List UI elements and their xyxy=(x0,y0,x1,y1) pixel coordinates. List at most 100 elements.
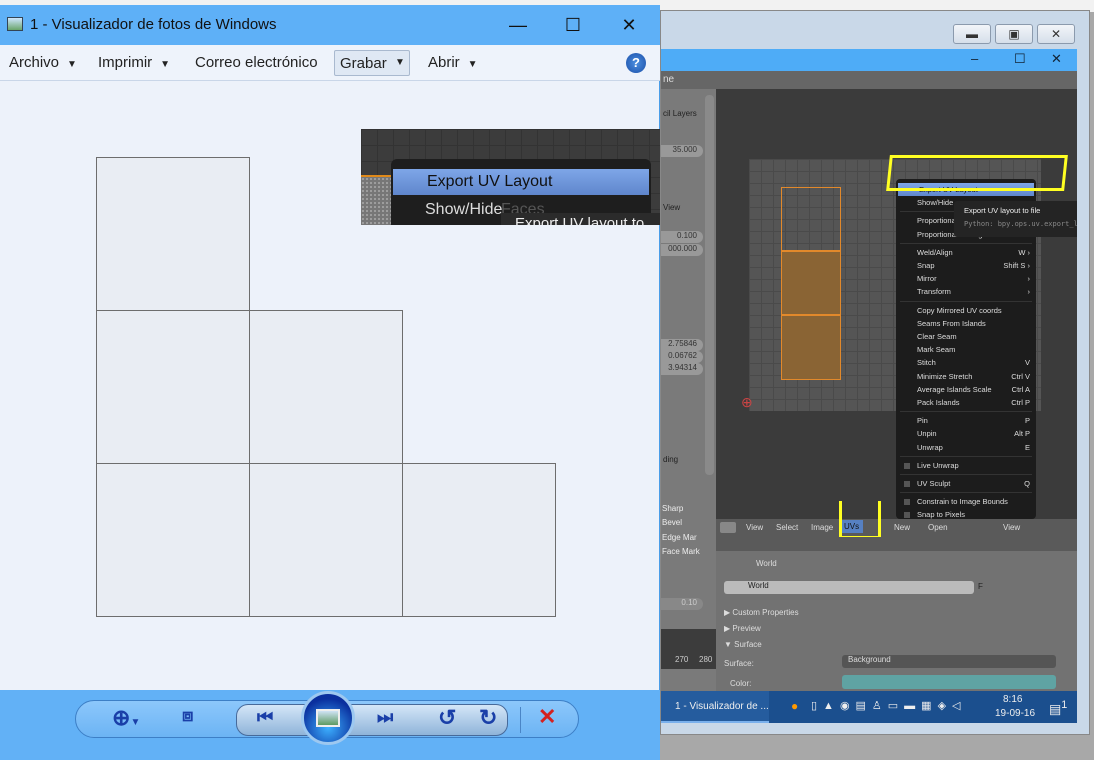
fit-window-icon[interactable]: ⧈ xyxy=(182,705,193,726)
uv-menu-item[interactable]: Unwrap E xyxy=(896,441,1036,454)
image-fragment xyxy=(361,175,391,225)
menu-view[interactable]: View xyxy=(746,523,763,532)
uv-menu-item[interactable]: Pack Islands Ctrl P xyxy=(896,396,1036,409)
new-image-button[interactable]: New xyxy=(894,523,910,532)
menu-item-label: Constrain to Image Bounds xyxy=(917,497,1008,507)
rotate-left-icon[interactable]: ↺ xyxy=(438,705,456,731)
notifications-icon[interactable]: ▤1 xyxy=(1049,699,1067,717)
custom-properties-panel[interactable]: ▶ Custom Properties xyxy=(724,608,799,617)
navigation-pill: ⏮ ⏭ xyxy=(236,704,508,736)
uv-menu-item[interactable]: Stitch V xyxy=(896,356,1036,369)
uv-menu-item[interactable]: Unpin Alt P xyxy=(896,427,1036,440)
inner-close-button[interactable]: ✕ xyxy=(1051,51,1062,67)
number-field[interactable]: 0.06762 xyxy=(661,351,703,363)
uv-menu-item[interactable]: Snap Shift S › xyxy=(896,259,1036,272)
menu-separator xyxy=(900,492,1032,494)
taskbar-item[interactable]: 1 - Visualizador de ... xyxy=(661,691,769,723)
uv-face[interactable] xyxy=(781,251,841,315)
menu-image[interactable]: Image xyxy=(811,523,833,532)
screenshot-crop: Export UV Layout Show/Hide Faces Export … xyxy=(361,129,660,225)
uv-menu-item[interactable]: Minimize Stretch Ctrl V xyxy=(896,370,1036,383)
menu-label: Archivo xyxy=(9,54,60,71)
number-field[interactable]: 3.94314 xyxy=(661,363,703,375)
delete-icon[interactable]: ✕ xyxy=(538,704,556,730)
checkbox-icon[interactable] xyxy=(904,512,910,519)
zoom-icon[interactable]: ⊕▼ xyxy=(112,705,140,731)
previous-icon[interactable]: ⏮ xyxy=(257,707,273,728)
close-button[interactable]: ✕ xyxy=(601,5,657,45)
outer-restore-button[interactable]: ▣ xyxy=(995,24,1033,44)
checkbox-icon[interactable] xyxy=(904,481,910,487)
menu-item-label: Weld/Align xyxy=(917,247,953,257)
inner-maximize-button[interactable]: ☐ xyxy=(1014,51,1026,67)
menu-correo[interactable]: Correo electrónico xyxy=(195,54,318,71)
uv-menu-item[interactable]: Clear Seam xyxy=(896,330,1036,343)
outer-close-button[interactable]: ✕ xyxy=(1037,24,1075,44)
maximize-button[interactable]: ☐ xyxy=(545,5,601,45)
uv-menu-item[interactable]: Constrain to Image Bounds xyxy=(896,495,1036,508)
uv-menu-item[interactable]: Weld/Align W › xyxy=(896,246,1036,259)
number-field[interactable]: 0.100 xyxy=(661,231,703,243)
inner-minimize-button[interactable]: – xyxy=(971,51,978,66)
tray-icons[interactable]: ▯▲◉▤♙▭▬▦◈◁ xyxy=(811,699,967,712)
uv-menu-item[interactable]: Mirror › xyxy=(896,272,1036,285)
title-bar: 1 - Visualizador de fotos de Windows — ☐… xyxy=(0,5,660,45)
slideshow-button[interactable] xyxy=(301,691,355,745)
uv-menu-item[interactable]: Transform › xyxy=(896,285,1036,298)
outer-minimize-button[interactable]: ▬ xyxy=(953,24,991,44)
world-field[interactable]: World xyxy=(724,581,974,594)
preview-panel[interactable]: ▶ Preview xyxy=(724,624,761,633)
header-label: ne xyxy=(663,74,675,85)
uv-menu-item[interactable]: Average Islands Scale Ctrl A xyxy=(896,383,1036,396)
minimize-button[interactable]: — xyxy=(490,5,546,45)
uv-face[interactable] xyxy=(781,315,841,380)
uv-menu-item[interactable]: Live Unwrap xyxy=(896,459,1036,472)
menu-item-shortcut: W › xyxy=(1018,247,1030,257)
tooltip-python: Python: bpy.ops.uv.export_layout() xyxy=(964,220,1077,228)
rotate-right-icon[interactable]: ↻ xyxy=(479,705,497,731)
menu-abrir[interactable]: Abrir ▼ xyxy=(428,54,478,71)
timeline[interactable]: 270 280 xyxy=(661,629,716,669)
menu-item-label: Stitch xyxy=(917,358,936,368)
checkbox-icon[interactable] xyxy=(904,462,910,469)
menu-item-label: Proportional xyxy=(917,216,958,226)
menu-item-shortcut: › xyxy=(1027,287,1031,297)
menu-select[interactable]: Select xyxy=(776,523,798,532)
number-field[interactable]: 2.75846 xyxy=(661,339,703,351)
menu-separator xyxy=(900,474,1032,475)
menu-item-label: Live Unwrap xyxy=(917,460,959,470)
next-icon[interactable]: ⏭ xyxy=(377,707,393,728)
uv-menu-item[interactable]: Mark Seam xyxy=(896,343,1036,356)
uv-editor-viewport[interactable]: ⊕ Export UV Layout Show/Hide Proportional P… xyxy=(716,89,1077,519)
uv-face[interactable] xyxy=(781,187,841,251)
uv-menu-item[interactable]: Copy Mirrored UV coords xyxy=(896,304,1036,317)
view-dropdown[interactable]: View xyxy=(1003,523,1020,532)
surface-panel[interactable]: ▼ Surface xyxy=(724,640,762,649)
menu-label: Imprimir xyxy=(98,54,153,71)
menu-grabar[interactable]: Grabar ▼ xyxy=(334,50,410,76)
checkbox-icon[interactable] xyxy=(904,499,910,506)
tray-icon[interactable]: ● xyxy=(791,699,798,713)
uv-menu-item[interactable]: UV Sculpt Q xyxy=(896,477,1036,490)
panel-scrollbar[interactable] xyxy=(705,95,714,475)
open-image-button[interactable]: Open xyxy=(928,523,948,532)
number-field[interactable]: 35.000 xyxy=(661,145,703,157)
menu-archivo[interactable]: Archivo ▼ xyxy=(9,54,77,71)
uv-menu-item[interactable]: Pin P xyxy=(896,414,1036,427)
help-icon[interactable]: ? xyxy=(626,53,646,73)
timeline-tick: 280 xyxy=(699,655,713,664)
uv-menu-item[interactable]: Seams From Islands xyxy=(896,317,1036,330)
uv-square xyxy=(249,463,403,617)
menu-item-label: Minimize Stretch xyxy=(917,371,973,381)
menu-separator xyxy=(900,300,1032,302)
number-field[interactable]: 0.10 xyxy=(661,598,703,610)
fake-user-button[interactable]: F xyxy=(978,582,983,591)
tool-properties-panel: cil Layers 35.000 View 0.100 000.000 2.7… xyxy=(661,89,716,691)
properties-tabs[interactable] xyxy=(716,537,1077,551)
menu-imprimir[interactable]: Imprimir ▼ xyxy=(98,54,170,71)
number-field[interactable]: 000.000 xyxy=(661,244,703,256)
color-swatch[interactable] xyxy=(842,675,1056,689)
surface-dropdown[interactable]: Background xyxy=(842,655,1056,668)
menu-item-label: Snap xyxy=(917,261,935,270)
editor-type-icon[interactable] xyxy=(720,522,736,533)
